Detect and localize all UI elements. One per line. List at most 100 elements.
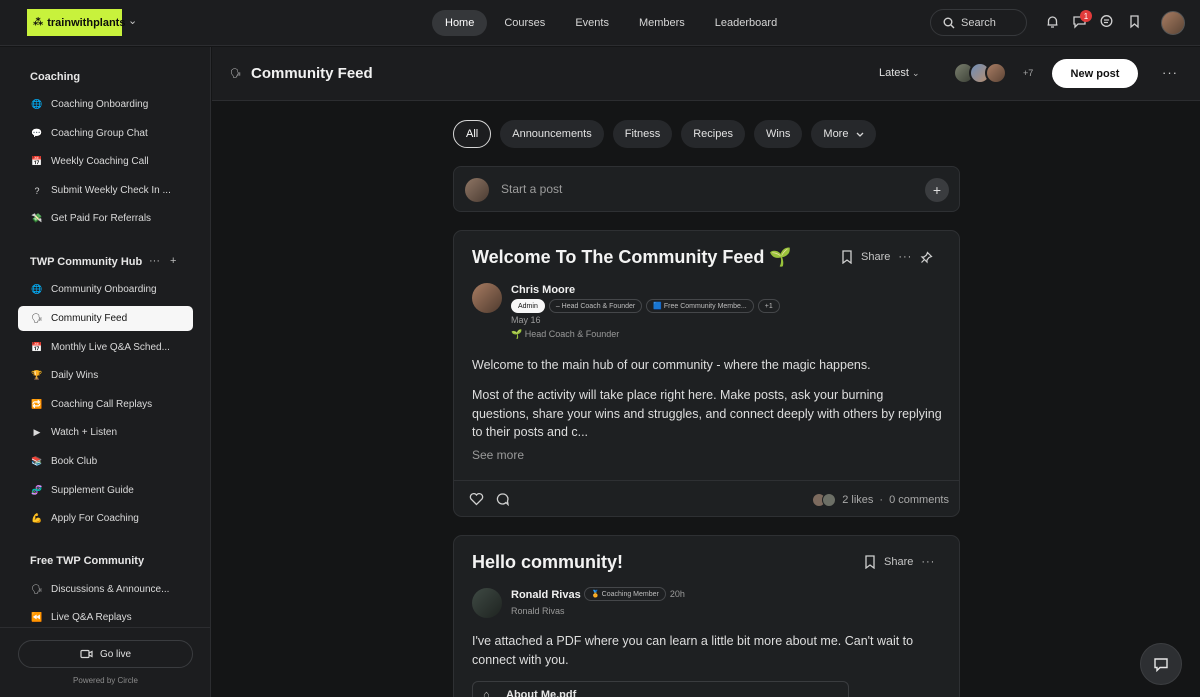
bookmark-icon[interactable] — [864, 555, 876, 569]
separator: · — [879, 494, 884, 506]
sidebar-item-weekly-check-in[interactable]: ? Submit Weekly Check In ... — [18, 178, 193, 203]
nav-members[interactable]: Members — [626, 10, 698, 36]
composer-placeholder[interactable]: Start a post — [501, 182, 562, 196]
share-button[interactable]: Share — [861, 251, 890, 263]
sidebar-item-label: Supplement Guide — [51, 485, 134, 496]
sidebar-item-community-onboarding[interactable]: 🌐 Community Onboarding — [18, 277, 193, 302]
author-name[interactable]: Ronald Rivas — [511, 589, 581, 601]
filter-fitness[interactable]: Fitness — [612, 120, 673, 148]
avatar — [822, 493, 837, 507]
see-more-link[interactable]: See more — [472, 448, 524, 462]
sidebar-heading-community-hub[interactable]: TWP Community Hub — [30, 256, 142, 268]
avatar — [985, 62, 1007, 84]
nav-events[interactable]: Events — [562, 10, 622, 36]
pdf-attachment[interactable]: ⌂ About Me.pdf — [472, 681, 849, 697]
sort-dropdown[interactable]: Latest ⌄ — [879, 67, 920, 79]
comment-icon[interactable] — [495, 492, 510, 506]
brand-logo[interactable]: ⁂ trainwithplants — [27, 9, 125, 36]
post-card: Hello community! Share ··· Ronald Rivas … — [453, 535, 960, 697]
sidebar-item-weekly-coaching-call[interactable]: 📅 Weekly Coaching Call — [18, 149, 193, 174]
post-reactions — [469, 492, 510, 506]
sidebar-item-label: Live Q&A Replays — [51, 612, 132, 623]
pin-icon[interactable] — [920, 250, 933, 264]
share-button[interactable]: Share — [884, 556, 913, 568]
sidebar-item-community-feed[interactable]: 🗣 Community Feed — [18, 306, 193, 331]
sidebar-item-referrals[interactable]: 💸 Get Paid For Referrals — [18, 206, 193, 231]
bell-icon[interactable] — [1045, 14, 1061, 30]
page-title: Community Feed — [251, 65, 373, 82]
filter-wins[interactable]: Wins — [753, 120, 803, 148]
avatar[interactable] — [472, 283, 502, 313]
go-live-button[interactable]: Go live — [18, 640, 193, 668]
new-post-button[interactable]: New post — [1052, 59, 1138, 88]
play-icon: ▶ — [33, 427, 41, 437]
search-label: Search — [961, 16, 996, 29]
more-options-icon[interactable]: ··· — [921, 556, 935, 568]
bookmark-icon[interactable] — [1127, 14, 1143, 30]
post-title[interactable]: Hello community! — [472, 552, 623, 573]
add-space-icon[interactable]: + — [170, 255, 176, 267]
member-avatars[interactable] — [953, 62, 1007, 84]
sidebar-heading-coaching[interactable]: Coaching — [30, 71, 80, 83]
member-extra-count[interactable]: +7 — [1023, 68, 1033, 78]
author-name[interactable]: Chris Moore — [511, 284, 575, 296]
sidebar-item-label: Community Onboarding — [51, 284, 157, 295]
sidebar-item-apply-coaching[interactable]: 💪 Apply For Coaching — [18, 506, 193, 531]
member-tag: 🏅 Coaching Member — [584, 587, 666, 601]
post-card: Welcome To The Community Feed 🌱 Share ··… — [453, 230, 960, 517]
nav-home[interactable]: Home — [432, 10, 488, 36]
member-tag: – Head Coach & Founder — [548, 299, 643, 313]
community-switcher-chevron-icon[interactable]: ⌄ — [128, 14, 137, 27]
liker-avatars[interactable] — [812, 493, 837, 507]
post-actions: Share ··· — [841, 250, 933, 264]
powered-by-circle[interactable]: Powered by Circle — [0, 676, 211, 685]
user-avatar[interactable] — [1161, 11, 1185, 35]
member-tag: 🟦 Free Community Membe... — [646, 299, 754, 313]
sidebar-heading-free-community[interactable]: Free TWP Community — [30, 555, 144, 567]
sidebar-item-daily-wins[interactable]: 🏆 Daily Wins — [18, 363, 193, 388]
filter-all[interactable]: All — [453, 120, 492, 148]
likes-count[interactable]: 2 likes — [842, 494, 873, 506]
comments-count[interactable]: 0 comments — [889, 494, 949, 506]
filter-recipes[interactable]: Recipes — [681, 120, 745, 148]
sidebar-item-watch-listen[interactable]: ▶ Watch + Listen — [18, 420, 193, 445]
post-time[interactable]: 20h — [670, 589, 685, 599]
sidebar-item-label: Get Paid For Referrals — [51, 213, 152, 224]
chat-launcher-button[interactable] — [1140, 643, 1182, 685]
chat-threads-icon[interactable] — [1099, 14, 1115, 30]
sidebar-item-book-club[interactable]: 📚 Book Club — [18, 449, 193, 474]
search-button[interactable]: Search — [930, 9, 1027, 36]
sidebar-footer: Go live Powered by Circle — [0, 627, 211, 697]
post-actions: Share ··· — [864, 555, 935, 569]
sidebar-item-monthly-qa[interactable]: 📅 Monthly Live Q&A Sched... — [18, 335, 193, 360]
speech-bubble-icon: 💬 — [31, 128, 43, 138]
calendar-icon: 📅 — [31, 342, 43, 352]
heart-icon[interactable] — [469, 492, 484, 506]
more-options-icon[interactable]: ··· — [898, 251, 912, 263]
nav-courses[interactable]: Courses — [491, 10, 558, 36]
add-attachment-icon[interactable]: + — [925, 178, 949, 202]
trophy-icon: 🏆 — [31, 370, 43, 380]
sidebar-item-call-replays[interactable]: 🔁 Coaching Call Replays — [18, 392, 193, 417]
post-composer[interactable]: Start a post + — [453, 166, 960, 212]
filter-more[interactable]: More — [811, 120, 877, 148]
post-paragraph: Most of the activity will take place rig… — [472, 388, 942, 439]
filter-chips: All Announcements Fitness Recipes Wins M… — [453, 120, 877, 148]
bookmark-icon[interactable] — [841, 250, 853, 264]
author-headline: Ronald Rivas — [511, 606, 565, 616]
more-options-icon[interactable]: ··· — [1162, 65, 1178, 80]
top-bar: ⁂ trainwithplants ⌄ Home Courses Events … — [0, 0, 1200, 46]
more-options-icon[interactable]: ··· — [149, 255, 160, 267]
post-date[interactable]: May 16 — [511, 315, 541, 325]
nav-leaderboard[interactable]: Leaderboard — [702, 10, 790, 36]
filter-announcements[interactable]: Announcements — [500, 120, 604, 148]
sidebar-item-coaching-group-chat[interactable]: 💬 Coaching Group Chat — [18, 121, 193, 146]
sidebar-item-label: Coaching Onboarding — [51, 99, 149, 110]
more-tags-count[interactable]: +1 — [757, 299, 780, 313]
post-title[interactable]: Welcome To The Community Feed 🌱 — [472, 247, 792, 268]
sidebar-item-supplement-guide[interactable]: 🧬 Supplement Guide — [18, 478, 193, 503]
repeat-icon: 🔁 — [31, 399, 43, 409]
avatar[interactable] — [472, 588, 502, 618]
sidebar-item-coaching-onboarding[interactable]: 🌐 Coaching Onboarding — [18, 92, 193, 117]
sidebar-item-discussions[interactable]: 🗣 Discussions & Announce... — [18, 577, 193, 602]
